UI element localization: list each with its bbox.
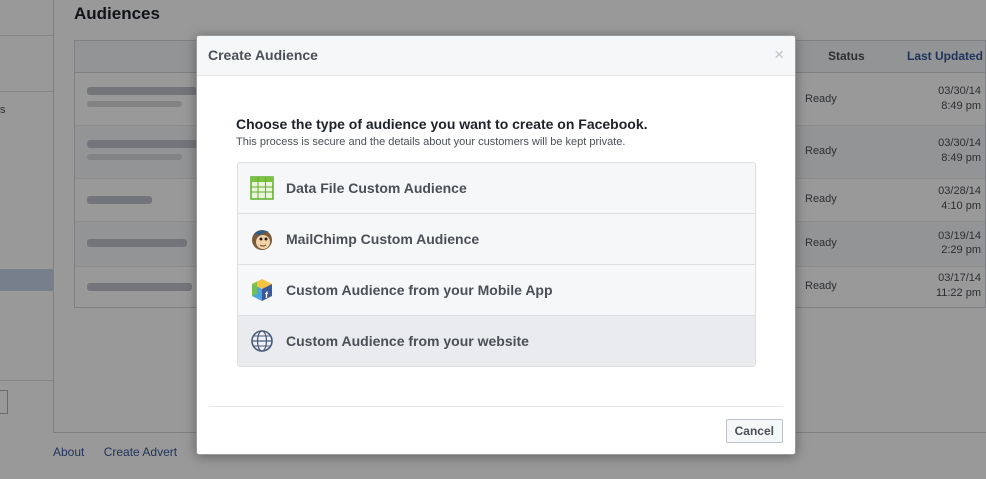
option-label: Data File Custom Audience — [286, 180, 467, 196]
close-icon[interactable]: × — [774, 45, 784, 65]
mobile-app-cube-icon: f — [252, 279, 272, 301]
dialog-title: Create Audience — [208, 47, 318, 63]
option-data-file-custom-audience[interactable]: Data File Custom Audience — [238, 163, 755, 214]
option-mobile-app-custom-audience[interactable]: f Custom Audience from your Mobile App — [238, 265, 755, 316]
dialog-subheading: This process is secure and the details a… — [236, 136, 626, 148]
option-mailchimp-custom-audience[interactable]: MailChimp Custom Audience — [238, 214, 755, 265]
cancel-button[interactable]: Cancel — [725, 419, 783, 443]
dialog-footer-divider — [209, 406, 783, 407]
dialog-heading: Choose the type of audience you want to … — [236, 116, 648, 132]
audience-type-list: Data File Custom Audience MailChimp Cust… — [237, 162, 756, 367]
spreadsheet-icon — [250, 176, 274, 200]
create-audience-dialog: Create Audience × Choose the type of aud… — [196, 35, 796, 455]
globe-icon — [251, 330, 273, 352]
option-label: Custom Audience from your Mobile App — [286, 282, 553, 298]
option-label: MailChimp Custom Audience — [286, 231, 480, 247]
option-label: Custom Audience from your website — [286, 333, 529, 349]
dialog-header: Create Audience × — [197, 36, 795, 76]
option-website-custom-audience[interactable]: Custom Audience from your website — [238, 316, 755, 366]
mailchimp-icon — [252, 230, 272, 250]
